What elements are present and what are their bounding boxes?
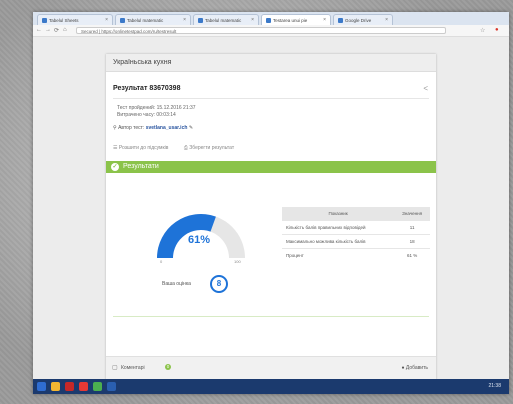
- address-bar: ← → ⟳ ⌂ Secured | https://onlinetestpad.…: [33, 25, 509, 37]
- edit-icon[interactable]: ✎: [189, 125, 193, 131]
- opera-icon[interactable]: [79, 382, 88, 391]
- taskbar-clock: 21:38: [488, 383, 501, 389]
- tab-favicon: [198, 17, 203, 23]
- close-icon[interactable]: ×: [183, 17, 186, 23]
- table-header: Показник: [282, 207, 395, 221]
- gauge-percent: 61%: [187, 234, 211, 246]
- folder-icon[interactable]: [51, 382, 60, 391]
- table-cell: Максимально можлива кількість балів: [282, 234, 395, 249]
- results-section-header: ✓ Результати: [106, 161, 436, 173]
- tab-favicon: [120, 17, 125, 23]
- tab-label: Tabelul matematic: [127, 17, 164, 23]
- close-icon[interactable]: ×: [323, 17, 326, 23]
- comments-label: Коментарі: [121, 365, 145, 371]
- print-icon: ⎙: [183, 145, 188, 151]
- tab-favicon: [338, 17, 343, 23]
- close-icon[interactable]: ×: [385, 17, 388, 23]
- tab-0[interactable]: Tabelul Sheets ×: [37, 14, 113, 25]
- expand-summary-button[interactable]: ☰ Розшити до підсумків: [113, 145, 168, 151]
- add-comment-label: Добавить: [405, 365, 428, 371]
- tab-4[interactable]: Google Drive ×: [333, 14, 393, 25]
- stats-table: Показник Значення Кількість балів правил…: [282, 207, 430, 262]
- score-badge: 8: [210, 275, 228, 293]
- tab-2[interactable]: Tabelul matematic ×: [193, 14, 259, 25]
- start-icon[interactable]: [37, 382, 46, 391]
- comments-bar: ▢ Коментарі 0 ● Добавить: [106, 356, 436, 381]
- star-icon[interactable]: ☆: [480, 27, 485, 34]
- gauge-min-label: 0: [160, 259, 163, 264]
- add-comment-button[interactable]: ● Добавить: [401, 365, 428, 371]
- tab-label: Google Drive: [345, 17, 372, 23]
- table-cell: Кількість балів правильних відповідей: [282, 220, 395, 235]
- add-icon: ●: [401, 365, 405, 371]
- meta-completed: Тест пройдений: 15.12.2016 21:37: [117, 105, 196, 111]
- table-header: Значення: [394, 207, 430, 221]
- score-gauge: 0 100: [157, 214, 245, 264]
- comments-count-badge: 0: [165, 364, 171, 370]
- gauge-max-label: 100: [234, 259, 241, 264]
- check-icon: ✓: [111, 163, 119, 171]
- author-label: Автор тест:: [118, 125, 145, 131]
- page-title: Україньська кухня: [113, 59, 172, 66]
- home-icon[interactable]: ⌂: [63, 27, 67, 33]
- test-author: ⚲ Автор тест: svetlana_usar.ich ✎: [113, 125, 193, 131]
- tab-label: Tabelul Sheets: [49, 17, 79, 23]
- url-field[interactable]: Secured | https://onlinetestpad.com/ru/t…: [76, 27, 446, 34]
- action-bar: ☰ Розшити до підсумків ⎙ Зберегти резуль…: [113, 145, 248, 151]
- card-header: Україньська кухня: [106, 54, 436, 72]
- close-icon[interactable]: ×: [105, 17, 108, 23]
- screen: Tabelul Sheets × Tabelul matematic × Tabel…: [33, 12, 509, 394]
- back-icon[interactable]: ←: [36, 27, 42, 33]
- table-row: Кількість балів правильних відповідей 11: [282, 220, 430, 235]
- table-cell: 18: [394, 234, 430, 249]
- result-card: Україньська кухня Результат 83670398 < Т…: [106, 54, 436, 392]
- extension-icon[interactable]: ●: [495, 27, 499, 33]
- tab-bar: Tabelul Sheets × Tabelul matematic × Tabel…: [33, 12, 509, 25]
- table-cell: Процент: [282, 248, 395, 262]
- taskbar: 21:38: [33, 379, 509, 394]
- action-label: Зберегти результат: [189, 145, 235, 151]
- author-link[interactable]: svetlana_usar.ich: [146, 125, 188, 131]
- page-content: Україньська кухня Результат 83670398 < Т…: [33, 37, 509, 392]
- section-title: Результати: [123, 163, 159, 170]
- action-label: Розшити до підсумків: [118, 145, 169, 151]
- tab-label: Tabelul matematic: [205, 17, 242, 23]
- table-cell: 61 %: [394, 248, 430, 262]
- save-result-button[interactable]: ⎙ Зберегти результат: [184, 145, 234, 151]
- score-label: Ваша оцінка: [162, 281, 191, 287]
- table-row: Максимально можлива кількість балів 18: [282, 234, 430, 249]
- divider: [113, 98, 429, 99]
- tab-label: Testarea unui pie: [273, 17, 308, 23]
- tab-favicon: [266, 17, 271, 23]
- word-icon[interactable]: [107, 382, 116, 391]
- acrobat-icon[interactable]: [65, 382, 74, 391]
- table-cell: 11: [394, 220, 430, 235]
- section-divider: [113, 316, 429, 317]
- tab-1[interactable]: Tabelul matematic ×: [115, 14, 191, 25]
- user-icon: ⚲: [113, 125, 117, 131]
- tab-3[interactable]: Testarea unui pie ×: [261, 14, 331, 25]
- list-icon: ☰: [113, 145, 118, 151]
- reload-icon[interactable]: ⟳: [54, 27, 59, 34]
- table-row: Процент 61 %: [282, 248, 430, 262]
- meta-time-spent: Витрачено часу: 00:03:14: [117, 112, 176, 118]
- share-icon[interactable]: <: [423, 84, 428, 93]
- tab-favicon: [42, 17, 47, 23]
- result-title: Результат 83670398: [113, 85, 181, 92]
- forward-icon[interactable]: →: [45, 27, 51, 33]
- chrome-icon[interactable]: [93, 382, 102, 391]
- comment-icon: ▢: [112, 365, 118, 371]
- close-icon[interactable]: ×: [251, 17, 254, 23]
